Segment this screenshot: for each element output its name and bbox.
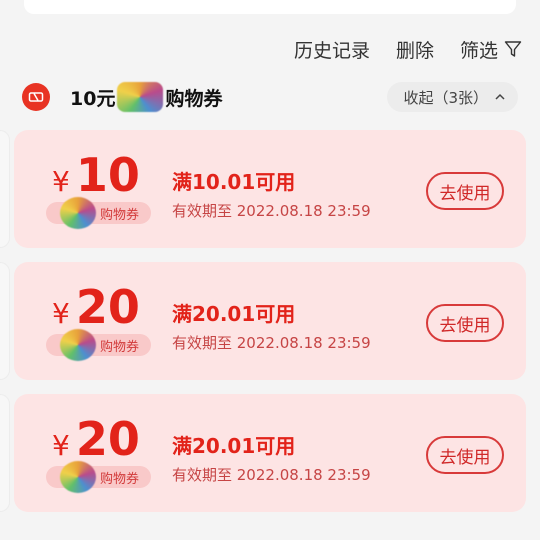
- collapse-button[interactable]: 收起（3张）: [387, 82, 518, 112]
- chevron-up-icon: [495, 93, 505, 100]
- use-coupon-button[interactable]: 去使用: [426, 436, 504, 474]
- collapse-label: 收起（3张）: [403, 88, 488, 107]
- blurred-brand-logo: [117, 82, 164, 112]
- coupon-type-label: 购物券: [100, 207, 140, 223]
- filter-button[interactable]: 筛选: [460, 36, 522, 63]
- currency-symbol: ¥: [52, 165, 70, 198]
- currency-symbol: ¥: [52, 429, 70, 462]
- use-coupon-button[interactable]: 去使用: [426, 172, 504, 210]
- group-title: 10元 购物券: [70, 82, 222, 112]
- coupon-list: ¥ 10 购物券 满10.01可用 有效期至 2022.08.18 23:59 …: [0, 130, 526, 526]
- coupon-stack-edge: [0, 394, 10, 512]
- group-title-type: 购物券: [165, 87, 223, 110]
- previous-card-edge: [24, 0, 516, 14]
- currency-symbol: ¥: [52, 297, 70, 330]
- coupon-validity: 有效期至 2022.08.18 23:59: [172, 202, 371, 220]
- history-button[interactable]: 历史记录: [294, 36, 370, 63]
- coupon-condition: 满20.01可用: [172, 434, 296, 458]
- coupon-type-tag: 购物券: [46, 329, 152, 361]
- coupon-type-label: 购物券: [100, 339, 140, 355]
- coupon-validity: 有效期至 2022.08.18 23:59: [172, 466, 371, 484]
- coupon-card: ¥ 20 购物券 满20.01可用 有效期至 2022.08.18 23:59 …: [0, 262, 526, 380]
- coupon-card: ¥ 10 购物券 满10.01可用 有效期至 2022.08.18 23:59 …: [0, 130, 526, 248]
- coupon-condition: 满20.01可用: [172, 302, 296, 326]
- coupon-group-header: 10元 购物券 收起（3张）: [22, 80, 518, 114]
- toolbar: 历史记录 删除 筛选: [268, 34, 522, 64]
- blurred-brand-logo: [60, 197, 96, 229]
- amount-value: 10: [75, 148, 140, 202]
- coupon-stack-edge: [0, 130, 10, 248]
- group-title-amount: 10元: [70, 87, 116, 110]
- coupon-condition: 满10.01可用: [172, 170, 296, 194]
- coupon-validity: 有效期至 2022.08.18 23:59: [172, 334, 371, 352]
- coupon-type-tag: 购物券: [46, 197, 152, 229]
- blurred-brand-logo: [60, 329, 96, 361]
- coupon-card: ¥ 20 购物券 满20.01可用 有效期至 2022.08.18 23:59 …: [0, 394, 526, 512]
- coupon-amount: ¥ 10: [52, 148, 140, 202]
- coupon-amount: ¥ 20: [52, 412, 140, 466]
- amount-value: 20: [75, 412, 140, 466]
- ticket-icon: [22, 83, 50, 111]
- filter-funnel-icon: [504, 41, 522, 57]
- filter-label: 筛选: [459, 39, 498, 62]
- coupon-type-label: 购物券: [100, 471, 140, 487]
- use-coupon-button[interactable]: 去使用: [426, 304, 504, 342]
- blurred-brand-logo: [60, 461, 96, 493]
- coupon-stack-edge: [0, 262, 10, 380]
- delete-button[interactable]: 删除: [396, 36, 434, 63]
- coupon-amount: ¥ 20: [52, 280, 140, 334]
- amount-value: 20: [75, 280, 140, 334]
- coupon-type-tag: 购物券: [46, 461, 152, 493]
